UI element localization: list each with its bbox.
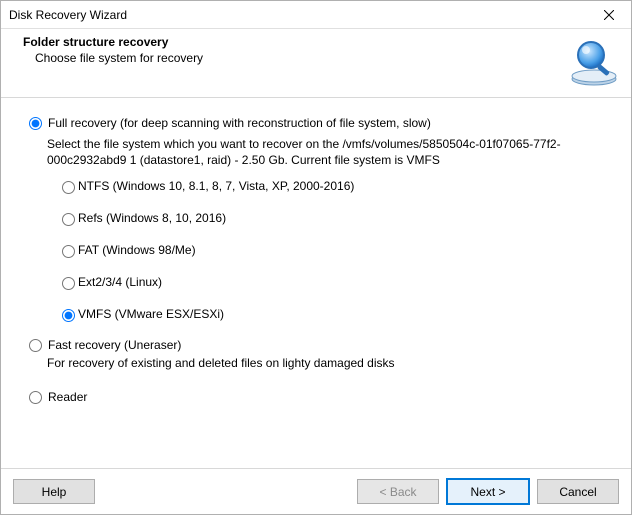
mode-full-description: Select the file system which you want to… <box>47 136 603 168</box>
fs-vmfs-radio[interactable] <box>62 309 75 322</box>
fs-ext-label[interactable]: Ext2/3/4 (Linux) <box>78 275 162 289</box>
fs-ntfs-label[interactable]: NTFS (Windows 10, 8.1, 8, 7, Vista, XP, … <box>78 179 354 193</box>
wizard-footer: Help < Back Next > Cancel <box>1 468 631 514</box>
mode-fast-radio[interactable] <box>29 339 42 352</box>
wizard-window: Disk Recovery Wizard Folder structure re… <box>0 0 632 515</box>
next-button[interactable]: Next > <box>447 479 529 504</box>
wizard-header: Folder structure recovery Choose file sy… <box>1 29 631 97</box>
wizard-body: Full recovery (for deep scanning with re… <box>1 98 631 468</box>
fs-ntfs-radio[interactable] <box>62 181 75 194</box>
titlebar: Disk Recovery Wizard <box>1 1 631 29</box>
fs-fat-label[interactable]: FAT (Windows 98/Me) <box>78 243 196 257</box>
mode-full-label[interactable]: Full recovery (for deep scanning with re… <box>48 116 431 130</box>
mode-reader-radio[interactable] <box>29 391 42 404</box>
window-title: Disk Recovery Wizard <box>9 8 587 22</box>
mode-full-radio[interactable] <box>29 117 42 130</box>
fs-ext-radio[interactable] <box>62 277 75 290</box>
mode-reader-label[interactable]: Reader <box>48 390 87 404</box>
fs-refs-label[interactable]: Refs (Windows 8, 10, 2016) <box>78 211 226 225</box>
fs-vmfs-label[interactable]: VMFS (VMware ESX/ESXi) <box>78 307 224 321</box>
page-title: Folder structure recovery <box>23 35 569 49</box>
help-button[interactable]: Help <box>13 479 95 504</box>
mode-fast-label[interactable]: Fast recovery (Uneraser) <box>48 338 181 352</box>
back-button[interactable]: < Back <box>357 479 439 504</box>
wizard-icon <box>569 37 619 87</box>
cancel-button[interactable]: Cancel <box>537 479 619 504</box>
filesystem-options: NTFS (Windows 10, 8.1, 8, 7, Vista, XP, … <box>57 178 603 322</box>
fs-refs-radio[interactable] <box>62 213 75 226</box>
close-button[interactable] <box>587 1 631 29</box>
page-subtitle: Choose file system for recovery <box>35 51 569 65</box>
mode-fast-description: For recovery of existing and deleted fil… <box>47 356 603 370</box>
fs-fat-radio[interactable] <box>62 245 75 258</box>
close-icon <box>604 10 614 20</box>
